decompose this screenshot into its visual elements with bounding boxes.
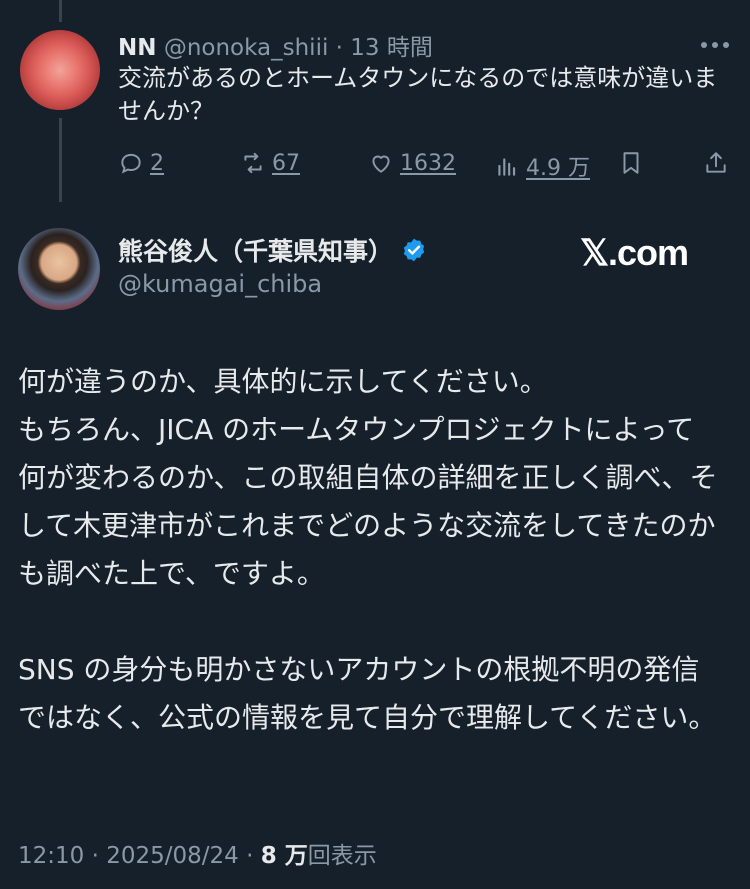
- verified-icon: [403, 238, 425, 262]
- tweet-meta: 12:10 · 2025/08/24 · 8 万回表示: [18, 836, 377, 870]
- like-count: 1632: [400, 150, 456, 176]
- author-name[interactable]: 熊谷俊人（千葉県知事）: [118, 232, 393, 268]
- tweet-views-count: 8 万: [260, 843, 308, 869]
- reply-count: 2: [150, 150, 164, 176]
- tweet-paragraph: SNS の身分も明かさないアカウントの根拠不明の発信ではなく、公式の情報を見て自…: [18, 653, 717, 734]
- repost-button[interactable]: 67: [240, 150, 300, 176]
- reply-text: 交流があるのとホームタウンになるのでは意味が違いませんか？: [118, 64, 718, 125]
- views-icon: [498, 158, 516, 176]
- views-count: 4.9 万: [526, 156, 590, 181]
- reply-actions: 2 67 1632 4.9 万: [118, 150, 733, 184]
- author-handle[interactable]: @kumagai_chiba: [118, 270, 322, 298]
- reply-header: NN @nonoka_shiii · 13 時間: [118, 28, 433, 62]
- share-icon: [706, 152, 726, 173]
- views-button[interactable]: 4.9 万: [494, 150, 590, 182]
- bookmark-button[interactable]: [618, 150, 650, 176]
- separator: ·: [246, 843, 254, 869]
- repost-icon: [244, 152, 262, 174]
- bookmark-icon: [623, 152, 639, 174]
- reply-timestamp[interactable]: 13 時間: [350, 35, 433, 61]
- thread-line-connector: [59, 118, 62, 202]
- like-button[interactable]: 1632: [368, 150, 456, 176]
- tweet-body: 何が違うのか、具体的に示してください。 もちろん、JICA のホームタウンプロジ…: [18, 358, 718, 742]
- tweet-time[interactable]: 12:10: [18, 843, 84, 869]
- tweet-views-label: 回表示: [307, 843, 377, 869]
- separator: ·: [91, 843, 99, 869]
- more-icon[interactable]: [700, 30, 730, 50]
- avatar[interactable]: [18, 228, 100, 310]
- author-name-row: 熊谷俊人（千葉県知事）: [118, 232, 427, 268]
- reply-author-name[interactable]: NN: [118, 35, 157, 61]
- share-button[interactable]: [703, 150, 735, 176]
- separator: ·: [335, 35, 343, 61]
- reply-author-handle[interactable]: @nonoka_shiii: [164, 35, 329, 61]
- reply-icon: [121, 153, 141, 174]
- reply-button[interactable]: 2: [118, 150, 164, 176]
- tweet-date[interactable]: 2025/08/24: [106, 843, 239, 869]
- repost-count: 67: [272, 150, 300, 176]
- thread-line-top: [59, 0, 62, 22]
- like-icon: [372, 155, 390, 173]
- tweet-paragraph: 何が違うのか、具体的に示してください。 もちろん、JICA のホームタウンプロジ…: [18, 365, 718, 590]
- avatar[interactable]: [20, 30, 100, 110]
- x-logo-watermark: 𝕏.com: [580, 232, 689, 273]
